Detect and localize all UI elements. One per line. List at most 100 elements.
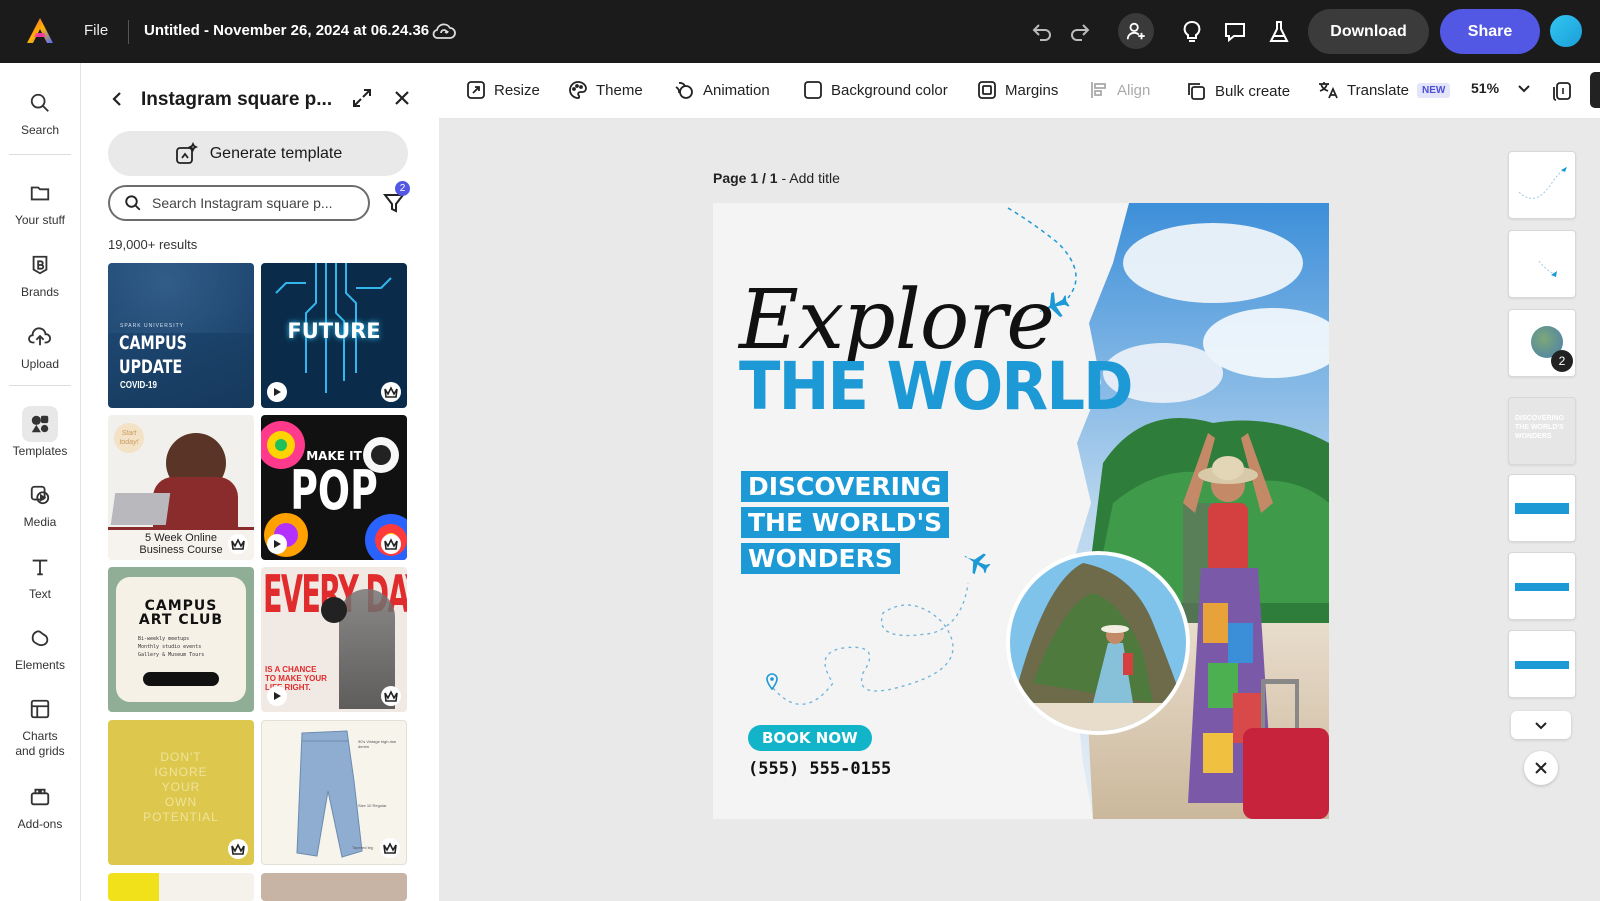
align-label: Align: [1117, 81, 1151, 99]
pages-button[interactable]: [1551, 80, 1573, 102]
premium-crown-icon: [381, 686, 401, 706]
template-card-campus-update[interactable]: SPARK UNIVERSITY CAMPUS UPDATE COVID-19: [108, 263, 254, 408]
pages-icon: [1553, 82, 1571, 101]
template-card-partial[interactable]: [108, 873, 254, 901]
template-card-partial[interactable]: [261, 873, 407, 901]
subheading-line[interactable]: DISCOVERING: [741, 471, 949, 502]
layer-thumbnail-bar[interactable]: [1508, 552, 1576, 620]
template-line: Bi-weekly meetups: [138, 636, 190, 642]
flask-icon[interactable]: [1266, 19, 1292, 45]
rail-item-templates[interactable]: Templates: [0, 406, 80, 458]
comment-icon[interactable]: [1222, 19, 1248, 45]
translate-tool[interactable]: Translate NEW: [1317, 80, 1451, 100]
file-menu[interactable]: File: [84, 22, 108, 39]
close-layers-button[interactable]: [1524, 751, 1558, 785]
divider: [128, 20, 129, 44]
layer-thumbnail-plane[interactable]: [1508, 230, 1576, 298]
layer-thumbnail-text[interactable]: DISCOVERING THE WORLD'S WONDERS: [1508, 397, 1576, 465]
background-color-label: Background color: [831, 81, 948, 99]
template-text: FUTURE: [287, 319, 381, 343]
bulk-create-label: Bulk create: [1215, 82, 1291, 100]
filter-button[interactable]: 2: [381, 181, 411, 217]
template-line: Gallery & Museum Tours: [138, 652, 205, 658]
template-search-box[interactable]: [108, 185, 370, 221]
headline-the-world[interactable]: THE WORLD: [739, 348, 1134, 425]
rail-item-text[interactable]: Text: [0, 549, 80, 601]
play-icon: [267, 686, 287, 706]
template-text: COVID-19: [120, 380, 157, 391]
lightbulb-icon[interactable]: [1179, 19, 1205, 45]
cloud-sync-icon[interactable]: [431, 20, 457, 44]
book-now-badge[interactable]: BOOK NOW: [748, 725, 872, 751]
layers-scroll-down-button[interactable]: [1511, 711, 1571, 739]
template-text: 90's Vintage high-rise denim: [358, 739, 397, 749]
subheading-line[interactable]: THE WORLD'S: [741, 507, 950, 538]
template-search-input[interactable]: [152, 195, 352, 211]
template-card-online-business-course[interactable]: Start today! 5 Week Online Business Cour…: [108, 415, 254, 560]
rail-item-upload[interactable]: Upload: [0, 319, 80, 371]
template-line: UPDATE: [119, 356, 183, 378]
margins-label: Margins: [1005, 81, 1059, 99]
rail-divider: [9, 385, 71, 386]
zoom-dropdown[interactable]: 51%: [1471, 80, 1531, 96]
rail-label: Media: [23, 515, 57, 529]
close-icon[interactable]: [391, 87, 413, 109]
margins-tool[interactable]: Margins: [977, 80, 1058, 100]
layers-panel-toggle[interactable]: [1590, 72, 1600, 108]
rail-item-your-stuff[interactable]: Your stuff: [0, 175, 80, 227]
bulk-create-icon: [1188, 83, 1205, 100]
phone-number[interactable]: (555) 555-0155: [748, 759, 891, 779]
rail-item-add-ons[interactable]: Add-ons: [0, 779, 80, 831]
results-count: 19,000+ results: [108, 237, 198, 252]
rail-item-brands[interactable]: Brands: [0, 247, 80, 299]
template-line: DON'T: [160, 750, 202, 764]
user-avatar[interactable]: [1548, 13, 1584, 49]
layer-thumbnail-bar[interactable]: [1508, 474, 1576, 542]
rail-label: Your stuff: [14, 213, 66, 227]
download-button[interactable]: Download: [1308, 9, 1429, 54]
redo-icon[interactable]: [1067, 19, 1093, 45]
align-tool[interactable]: Align: [1089, 80, 1150, 100]
template-card-jeans[interactable]: 90's Vintage high-rise denim Size 10 Reg…: [261, 720, 407, 865]
upload-icon: [22, 319, 58, 355]
background-color-icon: [804, 81, 822, 99]
template-text: CAMPUS ART CLUB: [108, 599, 254, 627]
resize-tool[interactable]: Resize: [466, 80, 540, 100]
undo-icon[interactable]: [1029, 19, 1055, 45]
template-line: Monthly studio events: [138, 644, 202, 650]
adobe-express-logo-icon[interactable]: [25, 16, 55, 46]
location-pin-icon: [766, 673, 778, 691]
layer-preview-text: DISCOVERING THE WORLD'S WONDERS: [1515, 415, 1565, 440]
document-title[interactable]: Untitled - November 26, 2024 at 06.24.36: [144, 22, 429, 39]
new-badge: NEW: [1416, 82, 1451, 98]
rail-item-search[interactable]: Search: [0, 85, 80, 137]
layer-thumbnail-photo-group[interactable]: 2: [1508, 309, 1576, 377]
template-text: Tapered leg: [352, 845, 373, 850]
template-photo-laptop: [110, 493, 171, 525]
theme-tool[interactable]: Theme: [568, 80, 643, 100]
add-page-title[interactable]: Add title: [789, 170, 840, 186]
background-color-tool[interactable]: Background color: [803, 80, 948, 100]
rail-item-media[interactable]: Media: [0, 477, 80, 529]
bulk-create-tool[interactable]: Bulk create: [1185, 80, 1290, 102]
back-arrow-icon[interactable]: [107, 89, 127, 109]
template-card-future[interactable]: FUTURE: [261, 263, 407, 408]
template-card-campus-art-club[interactable]: CAMPUS ART CLUB Bi-weekly meetups Monthl…: [108, 567, 254, 712]
template-card-every-day[interactable]: EVERY DAY IS A CHANCE TO MAKE YOUR LIFE …: [261, 567, 407, 712]
design-artboard[interactable]: Explore THE WORLD DISCOVERING THE WORLD'…: [713, 203, 1329, 819]
generate-template-button[interactable]: Generate template: [108, 131, 408, 176]
page-label-separator: -: [777, 170, 790, 186]
layer-thumbnail-bar[interactable]: [1508, 630, 1576, 698]
text-icon: [22, 549, 58, 585]
subheading-line[interactable]: WONDERS: [741, 543, 900, 574]
animation-tool[interactable]: Animation: [673, 80, 770, 100]
template-card-dont-ignore[interactable]: DON'T IGNORE YOUR OWN POTENTIAL: [108, 720, 254, 865]
expand-icon[interactable]: [351, 87, 373, 109]
generate-template-icon: [175, 141, 198, 164]
layer-thumbnail-paths[interactable]: [1508, 151, 1576, 219]
rail-item-charts-and-grids[interactable]: Charts and grids: [0, 691, 80, 759]
invite-people-icon[interactable]: [1118, 13, 1154, 49]
rail-item-elements[interactable]: Elements: [0, 620, 80, 672]
template-card-make-it-pop[interactable]: MAKE IT POP: [261, 415, 407, 560]
share-button[interactable]: Share: [1440, 9, 1540, 54]
